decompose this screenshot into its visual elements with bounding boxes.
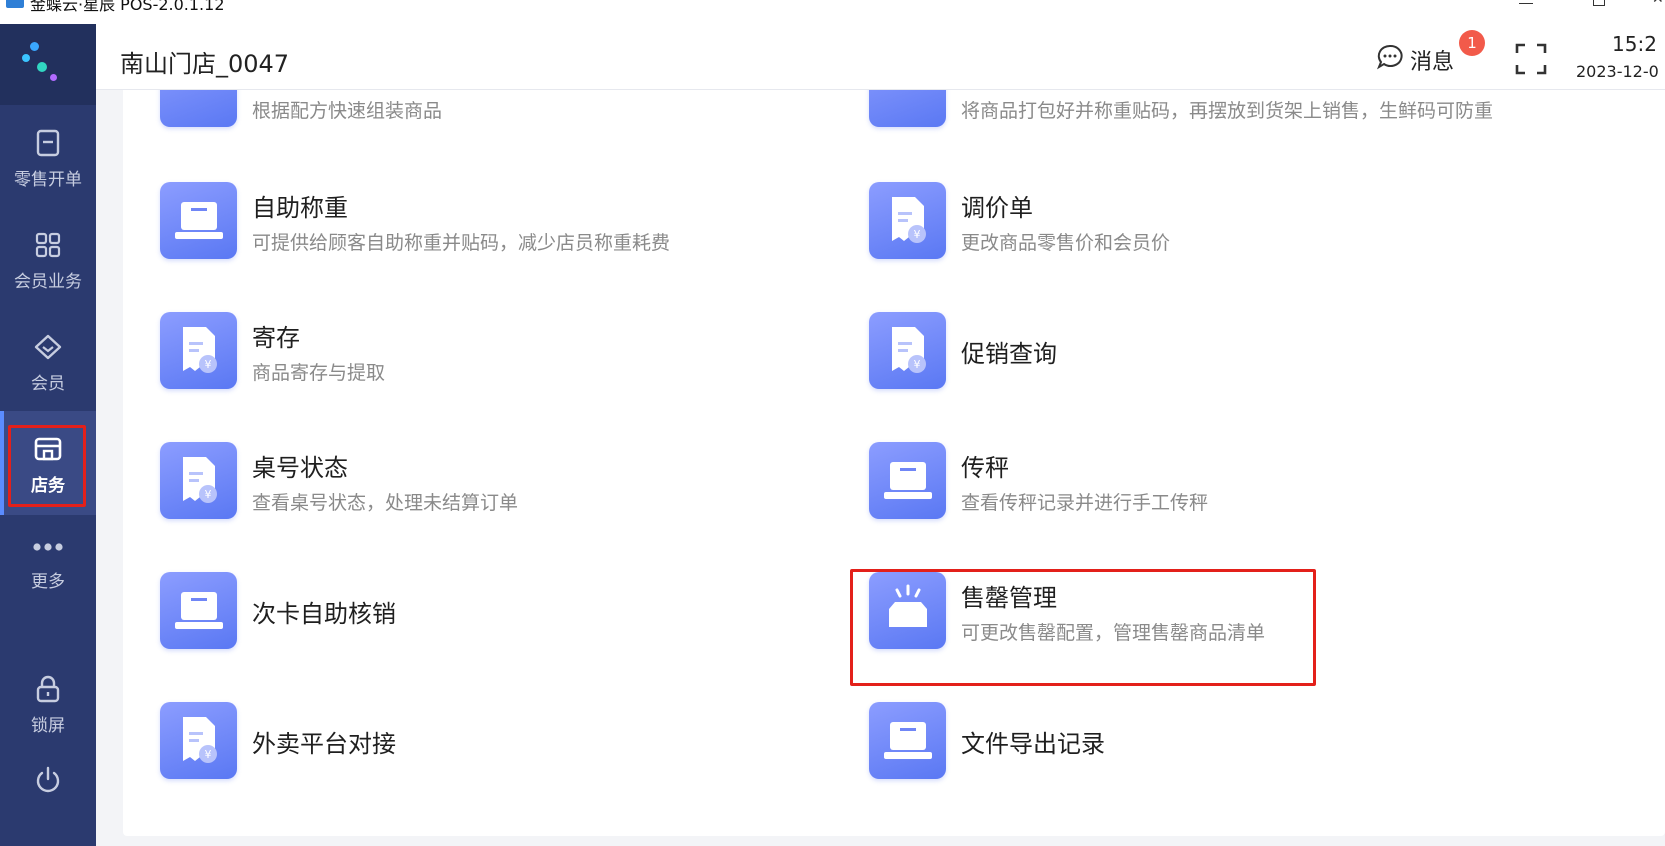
card-storage[interactable]: ¥ 寄存 商品寄存与提取 bbox=[160, 312, 800, 392]
sidebar-item-lock-screen[interactable]: 锁屏 bbox=[0, 651, 96, 755]
svg-text:¥: ¥ bbox=[205, 748, 212, 761]
grid-icon bbox=[35, 232, 61, 258]
fullscreen-icon[interactable] bbox=[1514, 42, 1548, 76]
store-name: 南山门店_0047 bbox=[120, 50, 290, 78]
card-desc: 查看传秤记录并进行手工传秤 bbox=[961, 492, 1209, 514]
close-icon[interactable]: ✕ bbox=[1652, 0, 1665, 6]
chat-bubble-icon bbox=[1376, 44, 1403, 70]
card-title: 外卖平台对接 bbox=[252, 730, 396, 758]
card-desc: 将商品打包好并称重贴码，再摆放到货架上销售，生鲜码可防重 bbox=[961, 100, 1494, 122]
unread-badge: 1 bbox=[1459, 30, 1485, 56]
logo bbox=[0, 24, 96, 105]
card-title: 次卡自助核销 bbox=[252, 600, 396, 628]
sidebar-item-member-business[interactable]: 会员业务 bbox=[0, 207, 96, 311]
card-card-self-writeoff[interactable]: 次卡自助核销 bbox=[160, 572, 800, 652]
sidebar-item-power[interactable] bbox=[0, 744, 96, 846]
scale-icon bbox=[160, 572, 237, 649]
card-title: 桌号状态 bbox=[252, 454, 348, 482]
receipt-yuan-icon: ¥ bbox=[869, 182, 946, 259]
sidebar-item-label: 锁屏 bbox=[31, 716, 65, 736]
card-weigh-label[interactable]: 将商品打包好并称重贴码，再摆放到货架上销售，生鲜码可防重 bbox=[869, 90, 1509, 130]
scale-icon bbox=[869, 90, 946, 127]
card-desc: 商品寄存与提取 bbox=[252, 362, 386, 384]
sidebar-item-label: 零售开单 bbox=[14, 170, 82, 190]
clock-time: 15:2 bbox=[1612, 32, 1657, 56]
card-scale-transfer[interactable]: 传秤 查看传秤记录并进行手工传秤 bbox=[869, 442, 1509, 522]
sidebar-item-member[interactable]: 会员 bbox=[0, 309, 96, 413]
receipt-icon bbox=[36, 129, 60, 157]
store-affairs-panel: 根据配方快速组装商品 将商品打包好并称重贴码，再摆放到货架上销售，生鲜码可防重 … bbox=[123, 90, 1665, 836]
sidebar-item-label: 店务 bbox=[31, 476, 65, 496]
scale-icon bbox=[160, 90, 237, 127]
diamond-icon bbox=[34, 334, 62, 360]
card-self-weighing[interactable]: 自助称重 可提供给顾客自助称重并贴码，减少店员称重耗费 bbox=[160, 182, 800, 262]
card-title: 文件导出记录 bbox=[961, 730, 1105, 758]
app-icon bbox=[6, 0, 24, 8]
card-desc: 更改商品零售价和会员价 bbox=[961, 232, 1171, 254]
power-icon bbox=[36, 766, 60, 793]
receipt-yuan-icon: ¥ bbox=[160, 442, 237, 519]
card-assemble[interactable]: 根据配方快速组装商品 bbox=[160, 90, 800, 130]
svg-text:¥: ¥ bbox=[914, 358, 921, 371]
window-titlebar: 金蝶云·星辰 POS-2.0.1.12 ✕ bbox=[0, 0, 1665, 24]
sidebar-item-label: 会员业务 bbox=[14, 272, 82, 292]
svg-text:¥: ¥ bbox=[914, 228, 921, 241]
card-title: 促销查询 bbox=[961, 340, 1057, 368]
card-title: 寄存 bbox=[252, 324, 300, 352]
svg-text:¥: ¥ bbox=[205, 358, 212, 371]
restore-icon[interactable] bbox=[1592, 0, 1606, 6]
card-title: 调价单 bbox=[961, 194, 1033, 222]
scale-icon bbox=[869, 442, 946, 519]
clock-date: 2023-12-0 bbox=[1576, 62, 1659, 81]
card-promotion-query[interactable]: ¥ 促销查询 bbox=[869, 312, 1509, 392]
scale-icon bbox=[160, 182, 237, 259]
card-price-adjustment[interactable]: ¥ 调价单 更改商品零售价和会员价 bbox=[869, 182, 1509, 262]
card-file-export-records[interactable]: 文件导出记录 bbox=[869, 702, 1509, 782]
card-title: 传秤 bbox=[961, 454, 1009, 482]
receipt-yuan-icon: ¥ bbox=[160, 312, 237, 389]
card-delivery-platform[interactable]: ¥ 外卖平台对接 bbox=[160, 702, 800, 782]
card-desc: 可提供给顾客自助称重并贴码，减少店员称重耗费 bbox=[252, 232, 671, 254]
card-desc: 根据配方快速组装商品 bbox=[252, 100, 443, 122]
more-dots-icon bbox=[33, 543, 63, 551]
sidebar-item-retail-order[interactable]: 零售开单 bbox=[0, 105, 96, 209]
card-desc: 查看桌号状态，处理未结算订单 bbox=[252, 492, 519, 514]
lock-icon bbox=[36, 675, 60, 703]
receipt-yuan-icon: ¥ bbox=[160, 702, 237, 779]
annotation-highlight-box bbox=[850, 569, 1316, 686]
sidebar-item-label: 更多 bbox=[31, 572, 65, 592]
sidebar-item-more[interactable]: 更多 bbox=[0, 513, 96, 617]
svg-text:¥: ¥ bbox=[205, 488, 212, 501]
messages-label: 消息 bbox=[1410, 50, 1455, 75]
scale-icon bbox=[869, 702, 946, 779]
sidebar: 零售开单 会员业务 会员 店务 更多 锁屏 bbox=[0, 24, 96, 846]
receipt-yuan-icon: ¥ bbox=[869, 312, 946, 389]
store-icon bbox=[34, 437, 62, 461]
top-header: 南山门店_0047 消息 1 15:2 2023-12-0 bbox=[96, 24, 1665, 90]
window-title: 金蝶云·星辰 POS-2.0.1.12 bbox=[30, 0, 225, 14]
card-table-status[interactable]: ¥ 桌号状态 查看桌号状态，处理未结算订单 bbox=[160, 442, 800, 522]
minimize-icon[interactable] bbox=[1519, 0, 1533, 6]
sidebar-item-store-affairs[interactable]: 店务 bbox=[0, 411, 96, 515]
card-title: 自助称重 bbox=[252, 194, 348, 222]
sidebar-item-label: 会员 bbox=[31, 374, 65, 394]
